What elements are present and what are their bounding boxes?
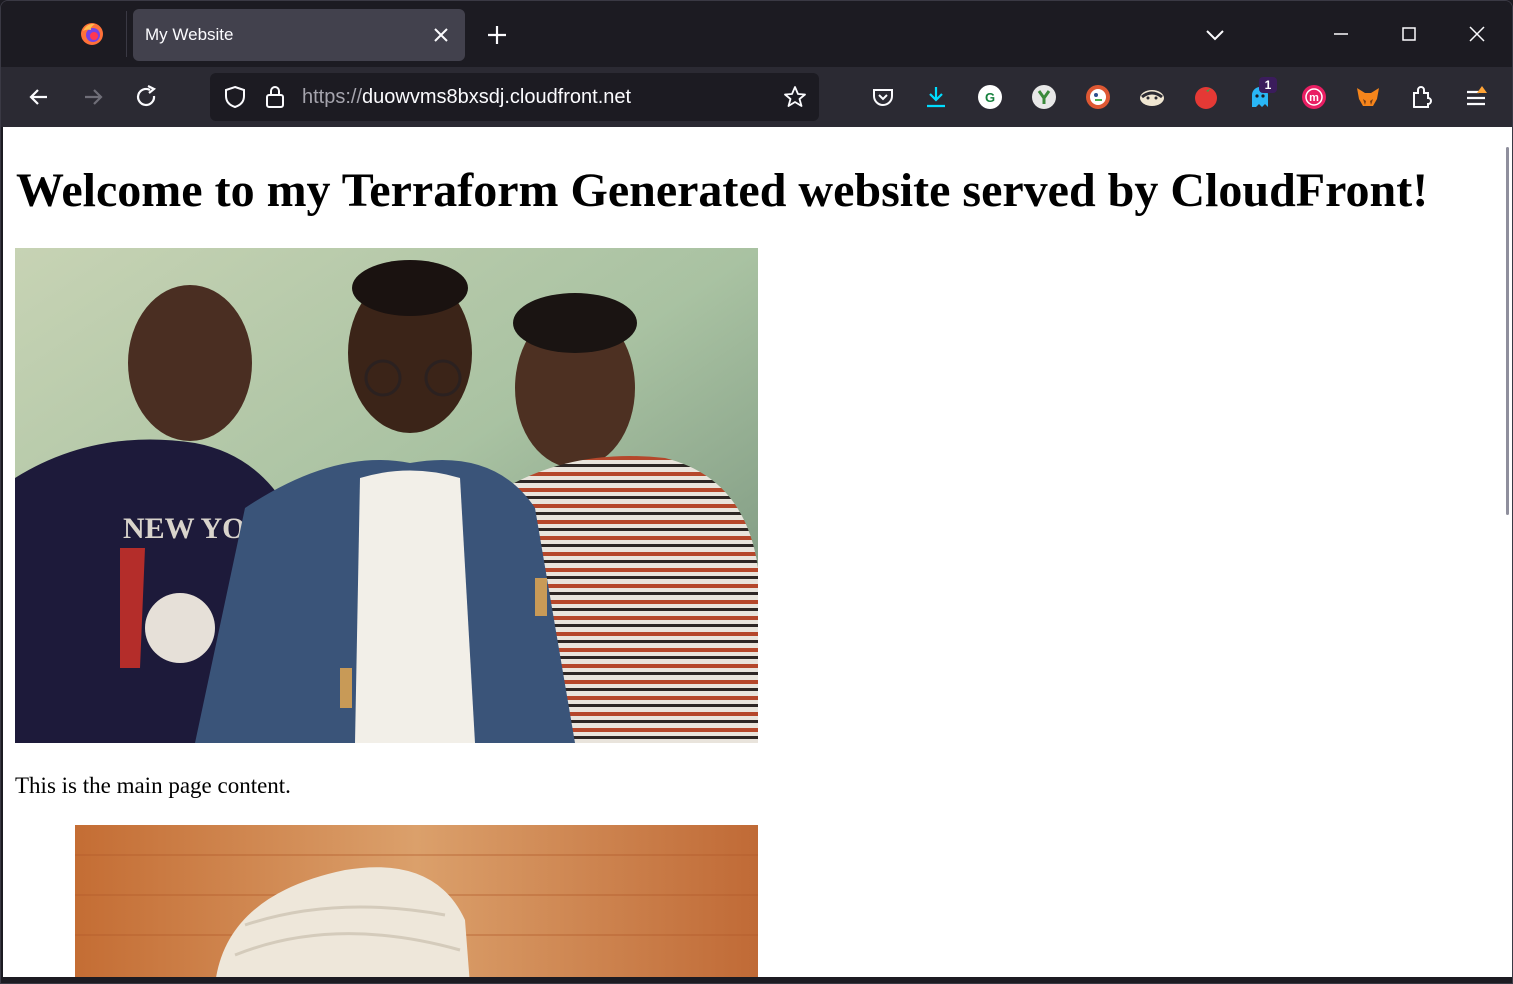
window-bottom-edge xyxy=(1,977,1512,983)
pocket-icon[interactable] xyxy=(869,83,897,111)
shield-icon[interactable] xyxy=(222,84,248,110)
m-icon[interactable]: m xyxy=(1300,83,1328,111)
nav-bar: https://duowvms8bxsdj.cloudfront.net G 1… xyxy=(1,67,1512,127)
main-paragraph: This is the main page content. xyxy=(15,773,291,798)
hat-photo xyxy=(75,825,758,977)
tab-separator xyxy=(126,11,127,57)
page-content: Welcome to my Terraform Generated websit… xyxy=(3,127,1512,977)
badger-icon[interactable] xyxy=(1138,83,1166,111)
back-icon[interactable] xyxy=(25,83,53,111)
group-photo: NEW YORK xyxy=(15,248,758,743)
url-text[interactable]: https://duowvms8bxsdj.cloudfront.net xyxy=(302,86,631,109)
tomato-icon[interactable] xyxy=(1192,83,1220,111)
forward-icon[interactable] xyxy=(79,83,107,111)
minimize-icon[interactable] xyxy=(1326,19,1356,49)
tab-active[interactable]: My Website xyxy=(133,9,465,61)
page-heading: Welcome to my Terraform Generated websit… xyxy=(16,164,1429,217)
maximize-icon[interactable] xyxy=(1394,19,1424,49)
star-icon[interactable] xyxy=(782,84,808,110)
yoroi-icon[interactable] xyxy=(1030,83,1058,111)
scrollbar[interactable] xyxy=(1506,147,1509,515)
close-icon[interactable] xyxy=(429,23,453,47)
extensions-icon[interactable] xyxy=(1408,83,1436,111)
menu-icon[interactable] xyxy=(1462,83,1490,111)
grammarly-icon[interactable]: G xyxy=(976,83,1004,111)
lock-icon[interactable] xyxy=(263,84,287,110)
chevron-down-icon[interactable] xyxy=(1201,21,1229,49)
reload-icon[interactable] xyxy=(133,83,161,111)
svg-text:m: m xyxy=(1309,92,1319,104)
window-close-icon[interactable] xyxy=(1462,19,1492,49)
url-scheme: https:// xyxy=(302,86,363,108)
svg-text:G: G xyxy=(985,90,995,105)
browser-window: My Website https://duowvms8bxsdj.cloudfr… xyxy=(0,0,1513,984)
extension-badge: 1 xyxy=(1259,77,1277,93)
tab-strip: My Website xyxy=(1,1,1512,67)
duckduckgo-icon[interactable] xyxy=(1084,83,1112,111)
url-host: duowvms8bxsdj.cloudfront.net xyxy=(362,86,632,108)
fox-icon[interactable] xyxy=(1354,83,1382,111)
plus-icon[interactable] xyxy=(483,21,511,49)
url-bar[interactable]: https://duowvms8bxsdj.cloudfront.net xyxy=(210,73,819,121)
download-icon[interactable] xyxy=(922,83,950,111)
tab-title: My Website xyxy=(145,25,234,44)
firefox-icon[interactable] xyxy=(79,21,105,47)
